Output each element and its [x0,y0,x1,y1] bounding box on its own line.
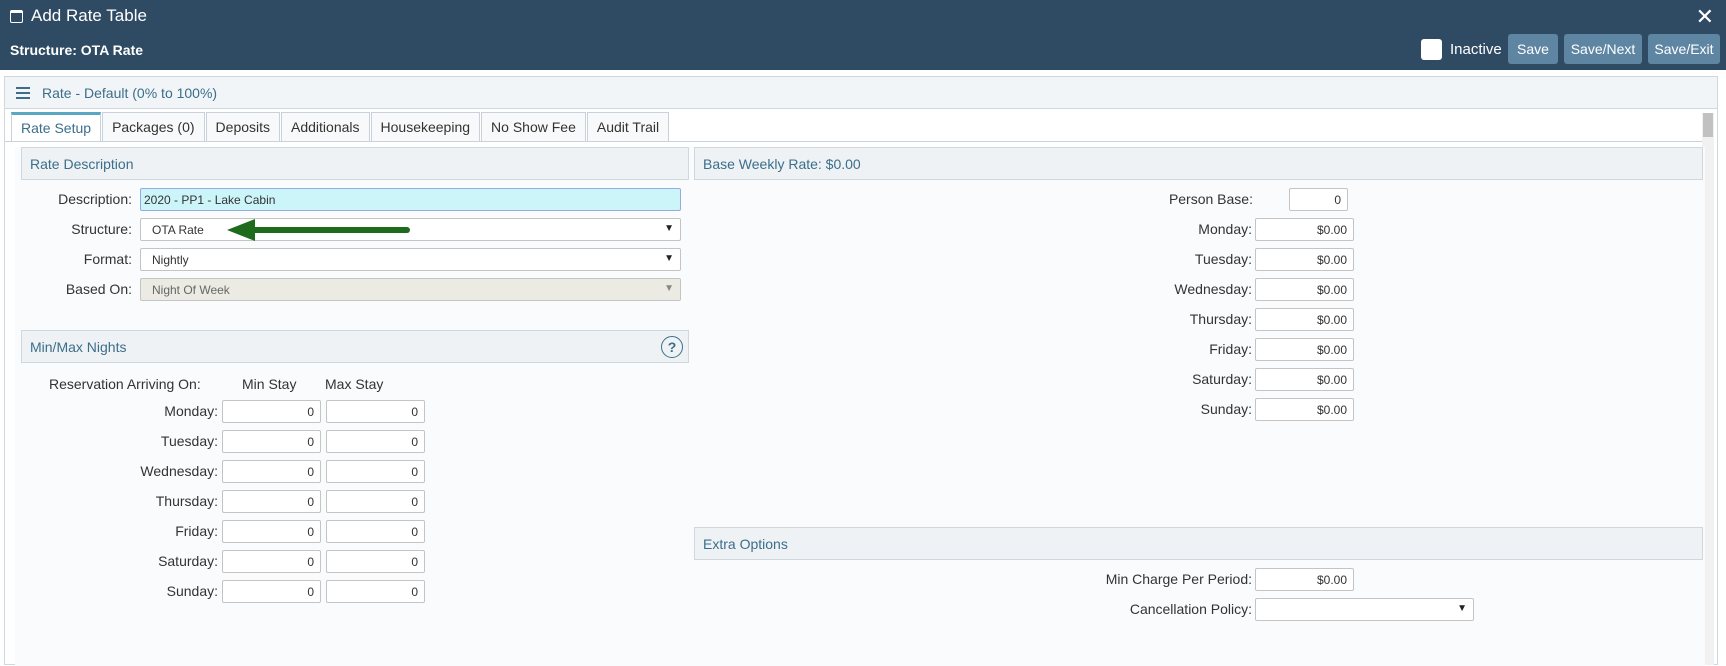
cancellation-policy-label: Cancellation Policy: [1129,601,1252,617]
min-max-day-label: Sunday: [166,583,218,599]
save-next-button[interactable]: Save/Next [1564,34,1642,64]
weekly-day-label: Wednesday: [1174,281,1252,297]
chevron-down-icon: ▼ [664,223,674,234]
tab-additionals[interactable]: Additionals [281,112,370,141]
inactive-checkbox[interactable] [1421,39,1442,60]
min-stay-input[interactable]: 0 [222,550,321,573]
max-stay-header: Max Stay [325,376,384,392]
description-value: 2020 - PP1 - Lake Cabin [144,192,276,207]
min-max-day-label: Friday: [175,523,218,539]
base-weekly-rate-header: Base Weekly Rate: $0.00 [694,147,1703,180]
structure-label: Structure: [71,221,132,237]
min-stay-header: Min Stay [242,376,297,392]
based-on-value: Night Of Week [152,282,230,297]
inactive-label: Inactive [1450,41,1502,58]
rate-description-title: Rate Description [30,155,134,172]
rate-description-header: Rate Description [21,147,689,180]
save-exit-button[interactable]: Save/Exit [1648,34,1720,64]
max-stay-input[interactable]: 0 [326,520,425,543]
weekly-rate-input[interactable]: $0.00 [1255,308,1354,331]
min-stay-input[interactable]: 0 [222,580,321,603]
title-row: Add Rate Table [10,6,147,26]
min-max-day-label: Saturday: [158,553,218,569]
format-value: Nightly [152,252,189,267]
calendar-icon [10,9,23,23]
based-on-label: Based On: [65,281,132,297]
main-panel: Rate - Default (0% to 100%) Rate Setup P… [4,76,1718,666]
format-select[interactable]: Nightly ▼ [140,248,681,271]
min-max-day-label: Wednesday: [140,463,218,479]
min-stay-input[interactable]: 0 [222,400,321,423]
hamburger-menu-icon[interactable] [16,84,30,102]
max-stay-input[interactable]: 0 [326,580,425,603]
tab-housekeeping[interactable]: Housekeeping [370,112,481,141]
tab-deposits[interactable]: Deposits [205,112,281,141]
weekly-day-label: Tuesday: [1194,251,1252,267]
scrollbar-thumb[interactable] [1703,113,1713,137]
chevron-down-icon: ▼ [664,283,674,294]
save-button[interactable]: Save [1508,34,1558,64]
max-stay-input[interactable]: 0 [326,400,425,423]
description-label: Description: [58,191,132,207]
min-max-day-label: Thursday: [155,493,218,509]
weekly-day-label: Sunday: [1200,401,1252,417]
weekly-rate-input[interactable]: $0.00 [1255,248,1354,271]
base-weekly-rate-title: Base Weekly Rate: $0.00 [703,155,861,172]
window-title: Add Rate Table [31,6,147,25]
weekly-day-label: Saturday: [1192,371,1252,387]
structure-value: OTA Rate [152,222,204,237]
structure-select[interactable]: OTA Rate ▼ [140,218,681,241]
tab-packages[interactable]: Packages (0) [102,112,205,141]
weekly-rate-input[interactable]: $0.00 [1255,218,1354,241]
min-max-nights-header: Min/Max Nights ? [21,330,689,363]
min-charge-input[interactable]: $0.00 [1255,568,1354,591]
chevron-down-icon: ▼ [1457,603,1467,614]
weekly-rate-input[interactable]: $0.00 [1255,368,1354,391]
min-stay-input[interactable]: 0 [222,490,321,513]
chevron-down-icon: ▼ [664,253,674,264]
rate-setup-content: Rate Description Description: 2020 - PP1… [15,147,1705,666]
min-max-day-label: Tuesday: [160,433,218,449]
min-max-day-label: Monday: [164,403,218,419]
min-max-nights-title: Min/Max Nights [30,338,127,355]
help-icon[interactable]: ? [661,336,683,358]
extra-options-title: Extra Options [703,535,788,552]
tab-divider [5,141,1705,142]
rate-default-label: Rate - Default (0% to 100%) [42,84,218,101]
structure-subtitle: Structure: OTA Rate [10,42,144,58]
weekly-rate-input[interactable]: $0.00 [1255,338,1354,361]
tab-rate-setup[interactable]: Rate Setup [11,112,102,141]
weekly-day-label: Monday: [1198,221,1252,237]
weekly-day-label: Friday: [1209,341,1252,357]
min-charge-label: Min Charge Per Period: [1105,571,1252,587]
weekly-day-label: Thursday: [1189,311,1252,327]
rate-subheader: Rate - Default (0% to 100%) [5,77,1717,109]
tab-bar: Rate Setup Packages (0) Deposits Additio… [11,112,670,141]
based-on-select: Night Of Week ▼ [140,278,681,301]
inactive-toggle[interactable]: Inactive [1421,39,1502,60]
max-stay-input[interactable]: 0 [326,460,425,483]
format-label: Format: [83,251,132,267]
min-stay-input[interactable]: 0 [222,520,321,543]
min-stay-input[interactable]: 0 [222,430,321,453]
weekly-rate-input[interactable]: $0.00 [1255,398,1354,421]
extra-options-header: Extra Options [694,527,1703,560]
tab-audit-trail[interactable]: Audit Trail [586,112,670,141]
cancellation-policy-select[interactable]: ▼ [1255,598,1474,621]
min-stay-input[interactable]: 0 [222,460,321,483]
close-icon[interactable]: ✕ [1696,4,1714,30]
window-header: Add Rate Table ✕ Structure: OTA Rate Ina… [0,0,1726,70]
person-base-label: Person Base: [1168,191,1253,207]
person-base-input[interactable]: 0 [1289,188,1348,211]
arriving-on-label: Reservation Arriving On: [49,376,201,392]
description-input[interactable]: 2020 - PP1 - Lake Cabin [140,188,681,211]
green-arrow-icon [227,219,410,241]
tab-no-show-fee[interactable]: No Show Fee [481,112,586,141]
max-stay-input[interactable]: 0 [326,550,425,573]
weekly-rate-input[interactable]: $0.00 [1255,278,1354,301]
max-stay-input[interactable]: 0 [326,430,425,453]
max-stay-input[interactable]: 0 [326,490,425,513]
